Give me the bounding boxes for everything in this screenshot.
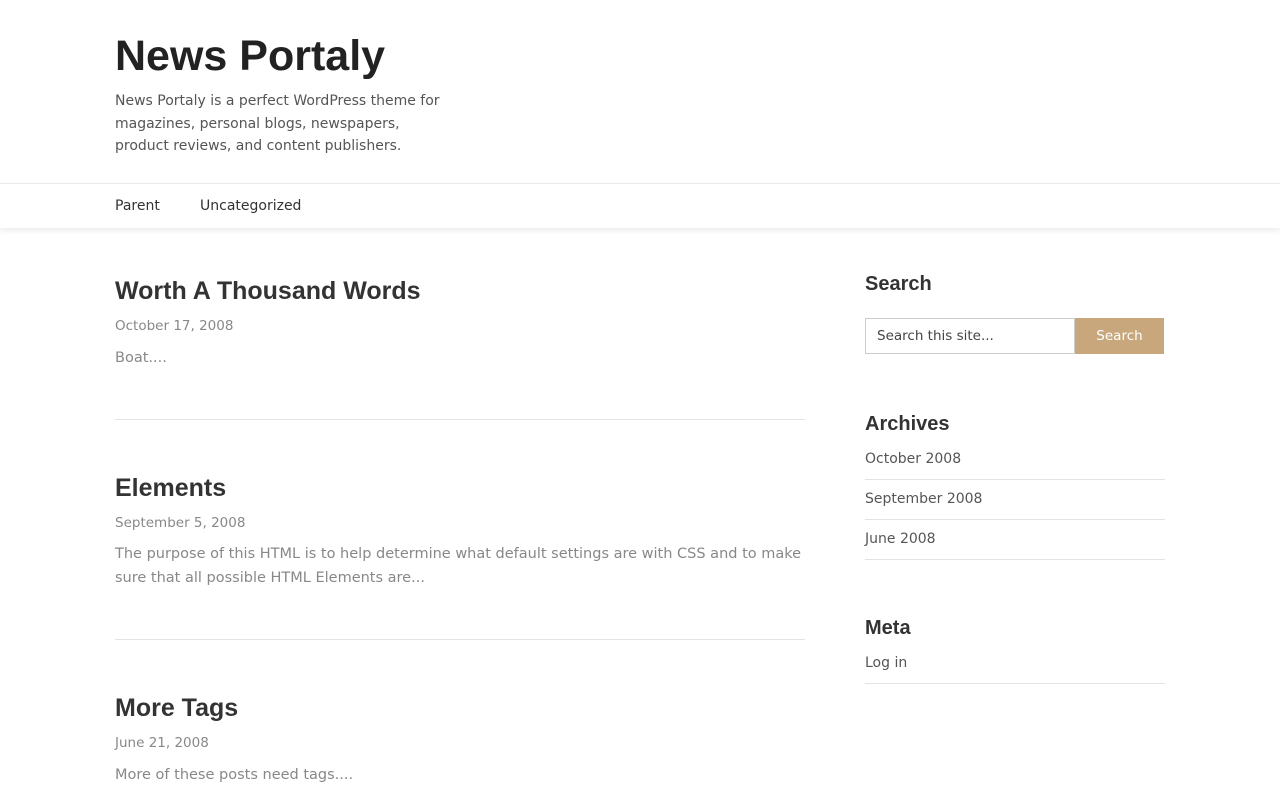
post-title[interactable]: Elements bbox=[115, 472, 226, 504]
archive-link[interactable]: October 2008 bbox=[865, 440, 1165, 480]
post-title[interactable]: More Tags bbox=[115, 692, 238, 724]
post-item: Worth A Thousand Words October 17, 2008 … bbox=[115, 260, 805, 420]
main-navigation: Parent Uncategorized bbox=[0, 184, 1280, 228]
widget-title-meta: Meta bbox=[865, 617, 911, 639]
meta-list: Log in bbox=[865, 644, 1165, 684]
post-date[interactable]: June 21, 2008 bbox=[115, 733, 209, 753]
search-widget: Search Search bbox=[865, 270, 1165, 354]
post-item: More Tags June 21, 2008 More of these po… bbox=[115, 640, 805, 800]
search-form: Search bbox=[865, 318, 1165, 354]
post-date[interactable]: September 5, 2008 bbox=[115, 513, 245, 533]
search-input[interactable] bbox=[865, 318, 1075, 354]
post-excerpt: The purpose of this HTML is to help dete… bbox=[115, 546, 802, 586]
post-excerpt: More of these posts need tags.... bbox=[115, 767, 354, 783]
archives-widget: Archives October 2008 September 2008 Jun… bbox=[865, 410, 1165, 560]
post-date[interactable]: October 17, 2008 bbox=[115, 316, 233, 336]
archives-list: October 2008 September 2008 June 2008 bbox=[865, 440, 1165, 560]
archive-link[interactable]: September 2008 bbox=[865, 480, 1165, 520]
widget-title-search: Search bbox=[865, 273, 932, 295]
archive-link[interactable]: June 2008 bbox=[865, 520, 1165, 560]
search-button[interactable]: Search bbox=[1075, 318, 1164, 354]
post-title[interactable]: Worth A Thousand Words bbox=[115, 275, 421, 307]
post-excerpt: Boat.... bbox=[115, 350, 167, 366]
site-tagline: News Portaly is a perfect WordPress them… bbox=[115, 93, 440, 154]
site-title[interactable]: News Portaly bbox=[115, 28, 385, 84]
nav-item-parent[interactable]: Parent bbox=[115, 184, 160, 228]
meta-widget: Meta Log in bbox=[865, 614, 1165, 684]
post-item: Elements September 5, 2008 The purpose o… bbox=[115, 420, 805, 640]
nav-item-uncategorized[interactable]: Uncategorized bbox=[200, 184, 301, 228]
meta-login-link[interactable]: Log in bbox=[865, 644, 1165, 684]
post-list: Worth A Thousand Words October 17, 2008 … bbox=[115, 260, 805, 800]
widget-title-archives: Archives bbox=[865, 413, 950, 435]
site-header: News Portaly News Portaly is a perfect W… bbox=[0, 0, 1280, 184]
